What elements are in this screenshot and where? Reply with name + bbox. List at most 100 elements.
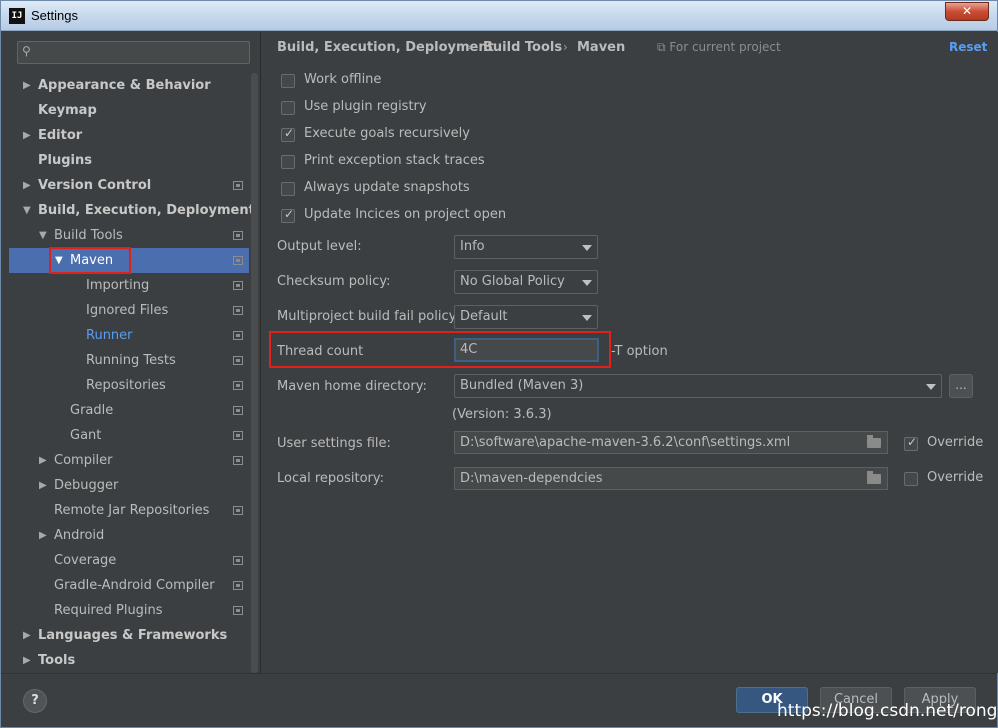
maven-highlight	[49, 247, 131, 274]
breadcrumb-separator: ›	[563, 40, 568, 54]
breadcrumb-build-execution[interactable]: Build, Execution, Deployment	[277, 40, 494, 55]
chevron-right-icon[interactable]: ▶	[23, 123, 31, 148]
sidebar-item-keymap[interactable]: Keymap	[9, 98, 249, 123]
checksum-policy-label: Checksum policy:	[277, 274, 391, 289]
sidebar-item-label: Runner	[86, 328, 133, 343]
sidebar-item-label: Languages & Frameworks	[38, 628, 228, 643]
title-bar: IJ Settings ✕	[1, 1, 997, 31]
sidebar-item-label: Gant	[70, 428, 102, 443]
chevron-right-icon[interactable]: ▶	[23, 648, 31, 673]
sidebar-item-label: Required Plugins	[54, 603, 163, 618]
sidebar-item-label: Editor	[38, 128, 83, 143]
sidebar-item-label: Remote Jar Repositories	[54, 503, 210, 518]
chevron-down-icon[interactable]: ▼	[39, 223, 47, 248]
sidebar-item-languages-frameworks[interactable]: ▶ Languages & Frameworks	[9, 623, 249, 648]
chevron-right-icon[interactable]: ▶	[39, 473, 47, 498]
maven-home-label: Maven home directory:	[277, 379, 427, 394]
sidebar-item-label: Running Tests	[86, 353, 176, 368]
sidebar-item-label: Android	[54, 528, 105, 543]
sidebar-item-label: Version Control	[38, 178, 152, 193]
output-level-select[interactable]: Info	[454, 235, 598, 259]
settings-sidebar: ⚲ ▶ Appearance & Behavior Keymap ▶ Editor Plu…	[9, 32, 260, 673]
project-scope-icon	[233, 556, 243, 565]
sidebar-item-label: Build, Execution, Deployment	[38, 203, 255, 218]
sidebar-item-gant[interactable]: Gant	[9, 423, 249, 448]
sidebar-item-label: Gradle-Android Compiler	[54, 578, 215, 593]
sidebar-item-label: Coverage	[54, 553, 117, 568]
maven-home-select[interactable]: Bundled (Maven 3)	[454, 374, 942, 398]
scope-label: ⧉ For current project	[657, 40, 781, 54]
sidebar-item-debugger[interactable]: ▶ Debugger	[9, 473, 249, 498]
folder-icon[interactable]	[867, 435, 881, 448]
folder-icon[interactable]	[867, 471, 881, 484]
thread-count-hint: -T option	[611, 344, 668, 359]
chevron-right-icon[interactable]: ▶	[39, 448, 47, 473]
check-icon: ✓	[907, 435, 918, 449]
sidebar-item-editor[interactable]: ▶ Editor	[9, 123, 249, 148]
reset-link[interactable]: Reset	[949, 40, 987, 54]
sidebar-item-remote-jar-repositories[interactable]: Remote Jar Repositories	[9, 498, 249, 523]
project-scope-icon	[233, 606, 243, 615]
sidebar-item-gradle[interactable]: Gradle	[9, 398, 249, 423]
chevron-right-icon[interactable]: ▶	[39, 523, 47, 548]
checksum-policy-select[interactable]: No Global Policy	[454, 270, 598, 294]
chevron-down-icon	[582, 280, 592, 286]
project-scope-icon	[233, 356, 243, 365]
close-button[interactable]: ✕	[945, 2, 989, 21]
local-repository-field[interactable]: D:\maven-dependcies	[454, 467, 888, 490]
sidebar-scrollbar[interactable]	[251, 73, 258, 673]
chevron-right-icon[interactable]: ▶	[23, 623, 31, 648]
browse-maven-home-button[interactable]: ...	[949, 374, 973, 398]
project-scope-icon	[233, 281, 243, 290]
sidebar-item-plugins[interactable]: Plugins	[9, 148, 249, 173]
sidebar-item-tools[interactable]: ▶ Tools	[9, 648, 249, 673]
sidebar-item-build-tools[interactable]: ▼ Build Tools	[9, 223, 249, 248]
sidebar-item-running-tests[interactable]: Running Tests	[9, 348, 249, 373]
project-scope-icon	[233, 456, 243, 465]
sidebar-item-build-execution-deployment[interactable]: ▼ Build, Execution, Deployment	[9, 198, 255, 223]
help-button[interactable]: ?	[23, 689, 47, 713]
project-scope-icon	[233, 181, 243, 190]
sidebar-item-required-plugins[interactable]: Required Plugins	[9, 598, 249, 623]
thread-count-highlight	[269, 331, 611, 368]
breadcrumb-separator: ›	[467, 40, 472, 54]
sidebar-item-version-control[interactable]: ▶ Version Control	[9, 173, 249, 198]
user-settings-field[interactable]: D:\software\apache-maven-3.6.2\conf\sett…	[454, 431, 888, 454]
sidebar-item-gradle-android-compiler[interactable]: Gradle-Android Compiler	[9, 573, 249, 598]
multiproject-fail-policy-label: Multiproject build fail policy:	[277, 309, 460, 324]
maven-version: (Version: 3.6.3)	[452, 407, 552, 422]
sidebar-item-android[interactable]: ▶ Android	[9, 523, 249, 548]
sidebar-item-importing[interactable]: Importing	[9, 273, 249, 298]
sidebar-item-appearance-behavior[interactable]: ▶ Appearance & Behavior	[9, 73, 249, 98]
project-scope-icon: ⧉	[657, 40, 670, 54]
check-icon: ✓	[284, 207, 295, 221]
dialog-footer: ? OK Cancel Apply https://blog.csdn.net/…	[1, 673, 998, 727]
chevron-right-icon[interactable]: ▶	[23, 73, 31, 98]
project-scope-icon	[233, 231, 243, 240]
project-scope-icon	[233, 506, 243, 515]
breadcrumb-build-tools[interactable]: Build Tools	[483, 40, 562, 55]
chevron-down-icon[interactable]: ▼	[23, 198, 31, 223]
breadcrumb-maven: Maven	[577, 40, 626, 55]
settings-window: IJ Settings ✕ ⚲ ▶ Appearance & Behavior Ke…	[0, 0, 998, 728]
sidebar-item-repositories[interactable]: Repositories	[9, 373, 249, 398]
sidebar-item-label: Tools	[38, 653, 76, 668]
multiproject-fail-policy-select[interactable]: Default	[454, 305, 598, 329]
project-scope-icon	[233, 381, 243, 390]
search-icon: ⚲	[22, 44, 31, 58]
chevron-right-icon[interactable]: ▶	[23, 173, 31, 198]
project-scope-icon	[233, 581, 243, 590]
sidebar-item-runner[interactable]: Runner	[9, 323, 249, 348]
sidebar-item-label: Importing	[86, 278, 150, 293]
project-scope-icon	[233, 331, 243, 340]
sidebar-item-label: Keymap	[38, 103, 97, 118]
chevron-down-icon	[582, 245, 592, 251]
project-scope-icon	[233, 406, 243, 415]
settings-search-input[interactable]: ⚲	[17, 41, 250, 64]
sidebar-item-ignored-files[interactable]: Ignored Files	[9, 298, 249, 323]
sidebar-item-coverage[interactable]: Coverage	[9, 548, 249, 573]
window-title: Settings	[31, 8, 78, 23]
project-scope-icon	[233, 306, 243, 315]
sidebar-item-compiler[interactable]: ▶ Compiler	[9, 448, 249, 473]
local-repository-label: Local repository:	[277, 471, 384, 486]
